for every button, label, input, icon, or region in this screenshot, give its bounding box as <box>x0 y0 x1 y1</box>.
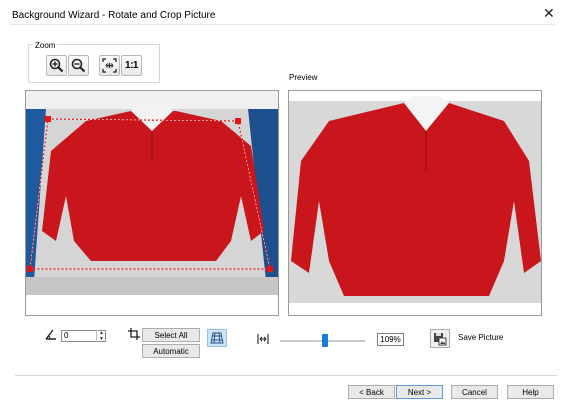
preview-image <box>289 91 541 315</box>
close-icon[interactable]: ✕ <box>543 6 555 20</box>
zoom-in-icon <box>49 58 64 73</box>
save-picture-label: Save Picture <box>458 333 504 342</box>
fit-to-window-icon <box>102 58 117 73</box>
fit-to-window-button[interactable] <box>99 55 120 76</box>
zoom-in-button[interactable] <box>46 55 67 76</box>
next-button[interactable]: Next > <box>396 385 443 399</box>
crop-image <box>26 91 278 315</box>
crop-handle-top-left[interactable] <box>45 116 51 122</box>
automatic-button[interactable]: Automatic <box>142 344 200 358</box>
footer-divider <box>15 375 557 376</box>
crop-icon <box>128 328 140 343</box>
cancel-button[interactable]: Cancel <box>451 385 498 399</box>
perspective-crop-button[interactable] <box>207 329 227 347</box>
fit-width-icon[interactable] <box>257 333 269 348</box>
rotate-angle-icon <box>45 328 57 343</box>
actual-size-button[interactable]: 1:1 <box>121 55 142 76</box>
zoom-out-button[interactable] <box>68 55 89 76</box>
crop-handle-bottom-left[interactable] <box>27 266 33 272</box>
zoom-out-icon <box>71 58 86 73</box>
perspective-crop-icon <box>210 332 224 344</box>
preview-panel <box>288 90 542 316</box>
preview-label: Preview <box>289 73 318 82</box>
save-picture-button[interactable] <box>430 329 450 348</box>
crop-handle-top-right[interactable] <box>235 118 241 124</box>
select-all-button[interactable]: Select All <box>142 328 200 342</box>
zoom-slider-thumb[interactable] <box>322 334 328 347</box>
back-button[interactable]: < Back <box>348 385 395 399</box>
zoom-percent-field[interactable]: 109% <box>377 333 404 346</box>
spin-down-icon[interactable]: ▼ <box>97 336 106 342</box>
actual-size-icon: 1:1 <box>125 60 138 71</box>
help-button[interactable]: Help <box>507 385 554 399</box>
crop-image-panel[interactable] <box>25 90 279 316</box>
crop-handle-bottom-right[interactable] <box>267 266 273 272</box>
title-divider <box>10 24 555 25</box>
save-picture-icon <box>434 332 447 345</box>
zoom-label: Zoom <box>33 41 58 50</box>
rotate-angle-spinner[interactable]: ▲ ▼ <box>96 330 106 342</box>
window-title: Background Wizard - Rotate and Crop Pict… <box>12 10 216 21</box>
